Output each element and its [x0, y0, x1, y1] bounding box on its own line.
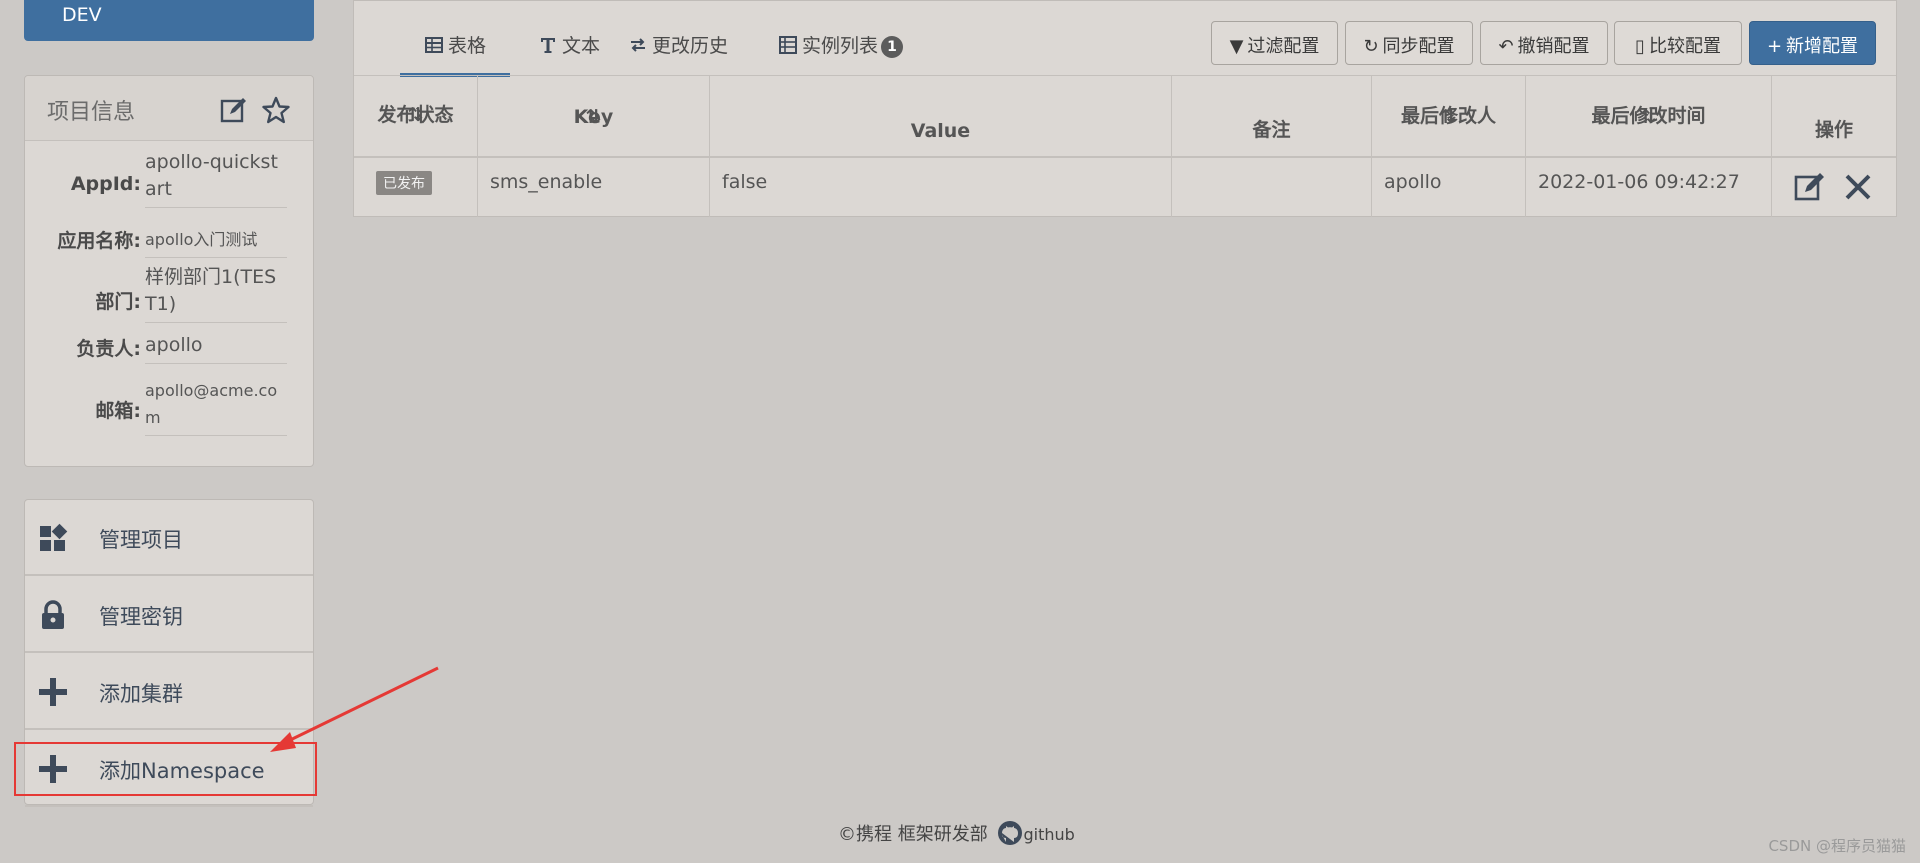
- filter-config-button[interactable]: ▼ 过滤配置: [1211, 21, 1338, 65]
- refresh-icon: ↻: [1363, 36, 1379, 57]
- menu-label: 管理项目: [99, 528, 183, 552]
- button-label: 撤销配置: [1517, 36, 1590, 57]
- button-label: 同步配置: [1382, 36, 1455, 57]
- menu-label: 管理密钥: [99, 605, 183, 629]
- plus-icon: [39, 678, 67, 706]
- sort-icon: ⇅: [585, 106, 602, 128]
- tab-instances[interactable]: 实例列表 1: [778, 31, 904, 73]
- table-icon: [424, 37, 443, 53]
- column-header-comment: 备注: [1172, 76, 1372, 156]
- revert-config-button[interactable]: ↶ 撤销配置: [1480, 21, 1608, 65]
- info-value: apollo: [145, 332, 287, 364]
- cell-ops: [1772, 157, 1896, 217]
- info-value: 样例部门1(TEST1): [145, 264, 287, 323]
- info-label: 应用名称:: [57, 230, 141, 252]
- config-panel: 表格 文本 更改历史 实例列表 1 ▼ 过滤配置 ↻ 同步配置 ↶ 撤销配置 ▯…: [353, 0, 1897, 217]
- menu-label: 添加集群: [99, 682, 183, 706]
- button-label: 过滤配置: [1247, 36, 1320, 57]
- cell-key: sms_enable: [478, 157, 710, 217]
- undo-icon: ↶: [1498, 36, 1514, 57]
- tab-label: 文本: [562, 35, 601, 57]
- cell-comment: [1172, 157, 1372, 217]
- text-icon: [541, 38, 555, 53]
- info-value: apollo@acme.com: [145, 377, 287, 436]
- instance-icon: [779, 36, 797, 54]
- tab-text[interactable]: 文本: [538, 31, 600, 73]
- tab-label: 更改历史: [652, 35, 729, 57]
- sync-config-button[interactable]: ↻ 同步配置: [1345, 21, 1473, 65]
- info-label: 负责人:: [76, 338, 141, 360]
- column-header-value: Value: [710, 76, 1172, 156]
- status-badge: 已发布: [376, 171, 432, 195]
- footer-copyright: ©携程 框架研发部: [838, 824, 988, 845]
- column-header-modifier[interactable]: 最后修改人 ⇅: [1372, 76, 1526, 156]
- button-label: 比较配置: [1648, 36, 1721, 57]
- tab-history[interactable]: 更改历史: [628, 31, 728, 73]
- env-tab-dev[interactable]: DEV: [24, 0, 314, 41]
- button-label: 新增配置: [1786, 36, 1859, 57]
- filter-icon: ▼: [1229, 36, 1244, 57]
- instance-count-badge: 1: [881, 36, 904, 58]
- history-icon: [631, 38, 645, 52]
- plus-icon: [39, 755, 67, 783]
- column-header-key[interactable]: Key ⇅: [478, 76, 710, 156]
- project-info-header: 项目信息: [25, 76, 313, 141]
- env-label: DEV: [62, 4, 102, 26]
- info-value: apollo入门测试: [145, 226, 287, 258]
- dashboard-icon: [40, 523, 68, 551]
- header-label: Value: [910, 120, 971, 142]
- info-label: 部门:: [95, 291, 141, 313]
- header-label: 备注: [1252, 119, 1291, 141]
- config-table-header: 发布状态 ⇅ Key ⇅ Value 备注 最后修改人 ⇅ 最后修改时间 ⇅ 操作: [354, 75, 1896, 158]
- menu-item-manage-project[interactable]: 管理项目: [25, 500, 313, 576]
- file-icon: ▯: [1635, 36, 1645, 57]
- sort-icon: ⇅: [407, 104, 424, 126]
- edit-icon[interactable]: [220, 96, 248, 124]
- lock-icon: [42, 600, 64, 629]
- plus-icon: +: [1766, 36, 1783, 57]
- column-header-time[interactable]: 最后修改时间 ⇅: [1526, 76, 1772, 156]
- github-link[interactable]: github: [1023, 825, 1074, 844]
- star-icon[interactable]: [262, 96, 290, 124]
- footer: ©携程 框架研发部 github: [838, 820, 1075, 846]
- compare-config-button[interactable]: ▯ 比较配置: [1614, 21, 1742, 65]
- watermark: CSDN @程序员猫猫: [1768, 837, 1906, 855]
- add-config-button[interactable]: + 新增配置: [1749, 21, 1876, 65]
- github-icon[interactable]: [997, 820, 1023, 846]
- column-header-ops: 操作: [1772, 76, 1896, 156]
- info-label: AppId:: [70, 173, 141, 195]
- tab-label: 表格: [447, 35, 486, 57]
- column-header-status[interactable]: 发布状态 ⇅: [354, 76, 478, 156]
- sort-icon: ⇅: [1640, 106, 1657, 128]
- edit-icon[interactable]: [1794, 171, 1826, 203]
- info-value: apollo-quickstart: [145, 149, 287, 208]
- config-toolbar: ▼ 过滤配置 ↻ 同步配置 ↶ 撤销配置 ▯ 比较配置 + 新增配置: [1211, 21, 1876, 65]
- menu-label: 添加Namespace: [99, 759, 265, 783]
- project-info-title: 项目信息: [47, 100, 136, 125]
- delete-icon[interactable]: [1842, 171, 1874, 203]
- cell-modifier: apollo: [1372, 157, 1526, 217]
- header-label: 操作: [1814, 119, 1853, 141]
- tab-table[interactable]: 表格: [400, 31, 510, 77]
- cell-time: 2022-01-06 09:42:27: [1526, 157, 1772, 217]
- cell-status: 已发布: [354, 157, 478, 217]
- cell-value: false: [710, 157, 1172, 217]
- project-info-panel: 项目信息 AppId: apollo-quickstart 应用名称: apol…: [24, 75, 314, 467]
- info-label: 邮箱:: [95, 400, 141, 422]
- menu-item-manage-keys[interactable]: 管理密钥: [25, 577, 313, 653]
- annotation-arrow-icon: [270, 666, 439, 752]
- tab-label: 实例列表: [802, 35, 879, 57]
- sort-icon: ⇅: [1440, 106, 1457, 128]
- table-row: 已发布 sms_enable false apollo 2022-01-06 0…: [354, 157, 1896, 217]
